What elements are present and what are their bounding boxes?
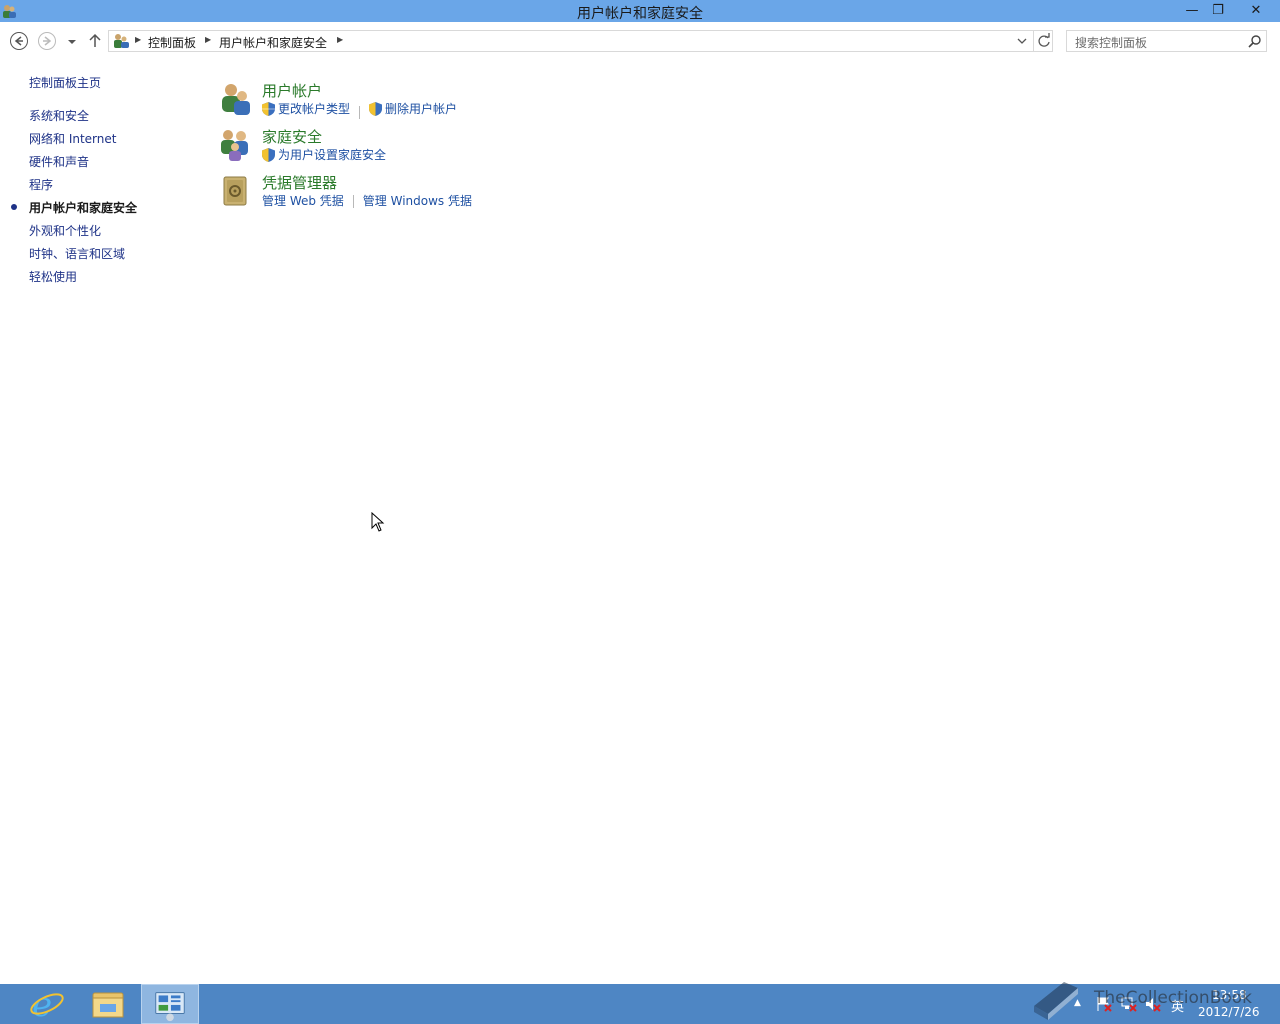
change-account-type-link[interactable]: 更改帐户类型 bbox=[262, 100, 350, 117]
credential-manager-icon[interactable] bbox=[218, 174, 252, 208]
restore-button[interactable]: ❐ bbox=[1204, 0, 1232, 22]
category-links: 更改帐户类型 删除用户帐户 bbox=[262, 100, 457, 119]
watermark: TheCollectionBook bbox=[1028, 976, 1268, 1024]
manage-web-credentials-link[interactable]: 管理 Web 凭据 bbox=[262, 192, 344, 209]
sidebar-item-hardware-sound[interactable]: 硬件和声音 bbox=[29, 153, 89, 170]
category-links: 为用户设置家庭安全 bbox=[262, 146, 386, 165]
category-links: 管理 Web 凭据 管理 Windows 凭据 bbox=[262, 192, 472, 209]
minimize-button[interactable]: — bbox=[1178, 0, 1206, 22]
control-panel-icon bbox=[114, 34, 129, 48]
refresh-icon[interactable] bbox=[1033, 31, 1054, 51]
manage-windows-credentials-link[interactable]: 管理 Windows 凭据 bbox=[363, 192, 472, 209]
watermark-text: TheCollectionBook bbox=[1094, 988, 1253, 1008]
address-bar[interactable]: ▶ 控制面板 ▶ 用户帐户和家庭安全 ▶ bbox=[108, 30, 1053, 52]
uac-shield-icon bbox=[262, 101, 275, 116]
close-button[interactable]: ✕ bbox=[1234, 0, 1278, 22]
delete-user-account-link[interactable]: 删除用户帐户 bbox=[369, 100, 457, 117]
back-button[interactable] bbox=[9, 31, 29, 51]
link-label: 为用户设置家庭安全 bbox=[278, 148, 387, 162]
recent-locations-icon[interactable] bbox=[64, 31, 80, 51]
breadcrumb-user-accounts[interactable]: 用户帐户和家庭安全 bbox=[219, 34, 327, 51]
book-logo-icon bbox=[1034, 982, 1078, 1020]
family-safety-icon[interactable] bbox=[218, 128, 252, 162]
uac-shield-icon bbox=[262, 147, 275, 162]
breadcrumb-separator-icon[interactable]: ▶ bbox=[337, 35, 343, 44]
sidebar-item-programs[interactable]: 程序 bbox=[29, 176, 53, 193]
breadcrumb-control-panel[interactable]: 控制面板 bbox=[148, 34, 196, 51]
category-title-family-safety[interactable]: 家庭安全 bbox=[262, 126, 322, 147]
link-separator bbox=[359, 105, 361, 119]
link-separator bbox=[352, 195, 354, 208]
sidebar-home-link[interactable]: 控制面板主页 bbox=[29, 74, 101, 91]
breadcrumb-separator-icon[interactable]: ▶ bbox=[135, 35, 141, 44]
category-title-credential-manager[interactable]: 凭据管理器 bbox=[262, 172, 337, 193]
search-icon[interactable] bbox=[1248, 34, 1262, 48]
window-title: 用户帐户和家庭安全 bbox=[577, 6, 703, 22]
title-bar: 用户帐户和家庭安全 — ❐ ✕ bbox=[0, 0, 1280, 22]
set-up-family-safety-link[interactable]: 为用户设置家庭安全 bbox=[262, 146, 386, 163]
link-label: 删除用户帐户 bbox=[385, 102, 458, 116]
category-title-user-accounts[interactable]: 用户帐户 bbox=[262, 80, 322, 101]
sidebar-item-network[interactable]: 网络和 Internet bbox=[29, 130, 116, 147]
uac-shield-icon bbox=[369, 101, 383, 116]
sidebar-item-system-security[interactable]: 系统和安全 bbox=[29, 107, 89, 124]
sidebar-item-clock-language[interactable]: 时钟、语言和区域 bbox=[29, 245, 125, 262]
link-label: 更改帐户类型 bbox=[278, 102, 351, 116]
sidebar-item-ease-of-access[interactable]: 轻松使用 bbox=[29, 268, 77, 285]
active-item-bullet bbox=[11, 204, 17, 210]
search-input[interactable]: 搜索控制面板 bbox=[1066, 30, 1267, 52]
sidebar-item-appearance[interactable]: 外观和个性化 bbox=[29, 222, 101, 239]
breadcrumb-separator-icon[interactable]: ▶ bbox=[205, 35, 211, 44]
chevron-down-icon[interactable] bbox=[1014, 33, 1030, 49]
sidebar-item-user-accounts[interactable]: 用户帐户和家庭安全 bbox=[29, 199, 137, 216]
forward-button[interactable] bbox=[37, 31, 57, 51]
navigation-bar: ▶ 控制面板 ▶ 用户帐户和家庭安全 ▶ 搜索控制面板 bbox=[0, 22, 1280, 60]
mouse-cursor-icon bbox=[371, 512, 385, 532]
user-accounts-icon[interactable] bbox=[218, 82, 252, 116]
search-placeholder: 搜索控制面板 bbox=[1075, 36, 1148, 50]
up-arrow-icon[interactable] bbox=[86, 31, 104, 51]
